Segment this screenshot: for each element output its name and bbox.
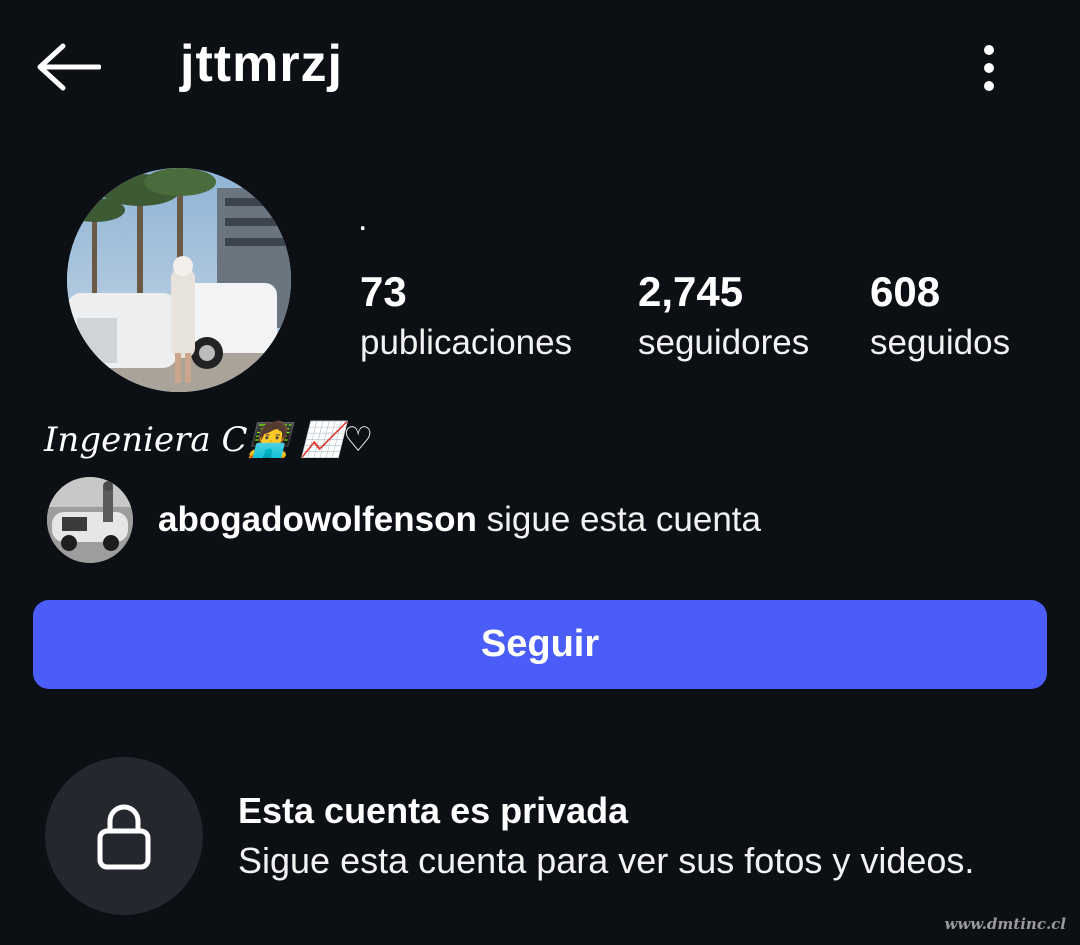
profile-display-name: . [358, 200, 368, 238]
more-options-button[interactable] [966, 38, 1012, 98]
private-account-title: Esta cuenta es privada [238, 790, 629, 831]
watermark: www.dmtinc.cl [944, 915, 1066, 933]
posts-count-value: 73 [360, 268, 407, 315]
profile-bio: Ingeniera C🧑‍💻 📈♡ [44, 420, 374, 460]
follower-username[interactable]: abogadowolfenson [158, 500, 477, 539]
followed-by-row[interactable]: abogadowolfenson sigue esta cuenta [47, 477, 761, 563]
followers-count-value: 2,745 [638, 268, 744, 315]
following-count-value: 608 [870, 268, 941, 315]
profile-username: jttmrzj [180, 35, 343, 93]
lock-badge [45, 757, 203, 915]
followers-count[interactable]: 2,745 seguidores [638, 266, 809, 368]
posts-count[interactable]: 73 publicaciones [360, 266, 572, 368]
back-button[interactable] [30, 38, 106, 96]
profile-avatar[interactable] [67, 168, 291, 392]
more-vertical-icon [984, 45, 994, 91]
private-account-description: Sigue esta cuenta para ver sus fotos y v… [238, 840, 975, 881]
followers-count-label: seguidores [638, 323, 810, 362]
following-count-label: seguidos [870, 323, 1011, 362]
following-count[interactable]: 608 seguidos [870, 266, 1010, 368]
lock-icon [97, 804, 151, 870]
follow-button[interactable]: Seguir [33, 600, 1047, 689]
followed-by-text: abogadowolfenson sigue esta cuenta [158, 500, 761, 540]
followed-by-suffix: sigue esta cuenta [476, 500, 761, 539]
arrow-left-icon [37, 43, 101, 91]
follower-avatar[interactable] [47, 477, 133, 563]
posts-count-label: publicaciones [360, 323, 573, 362]
